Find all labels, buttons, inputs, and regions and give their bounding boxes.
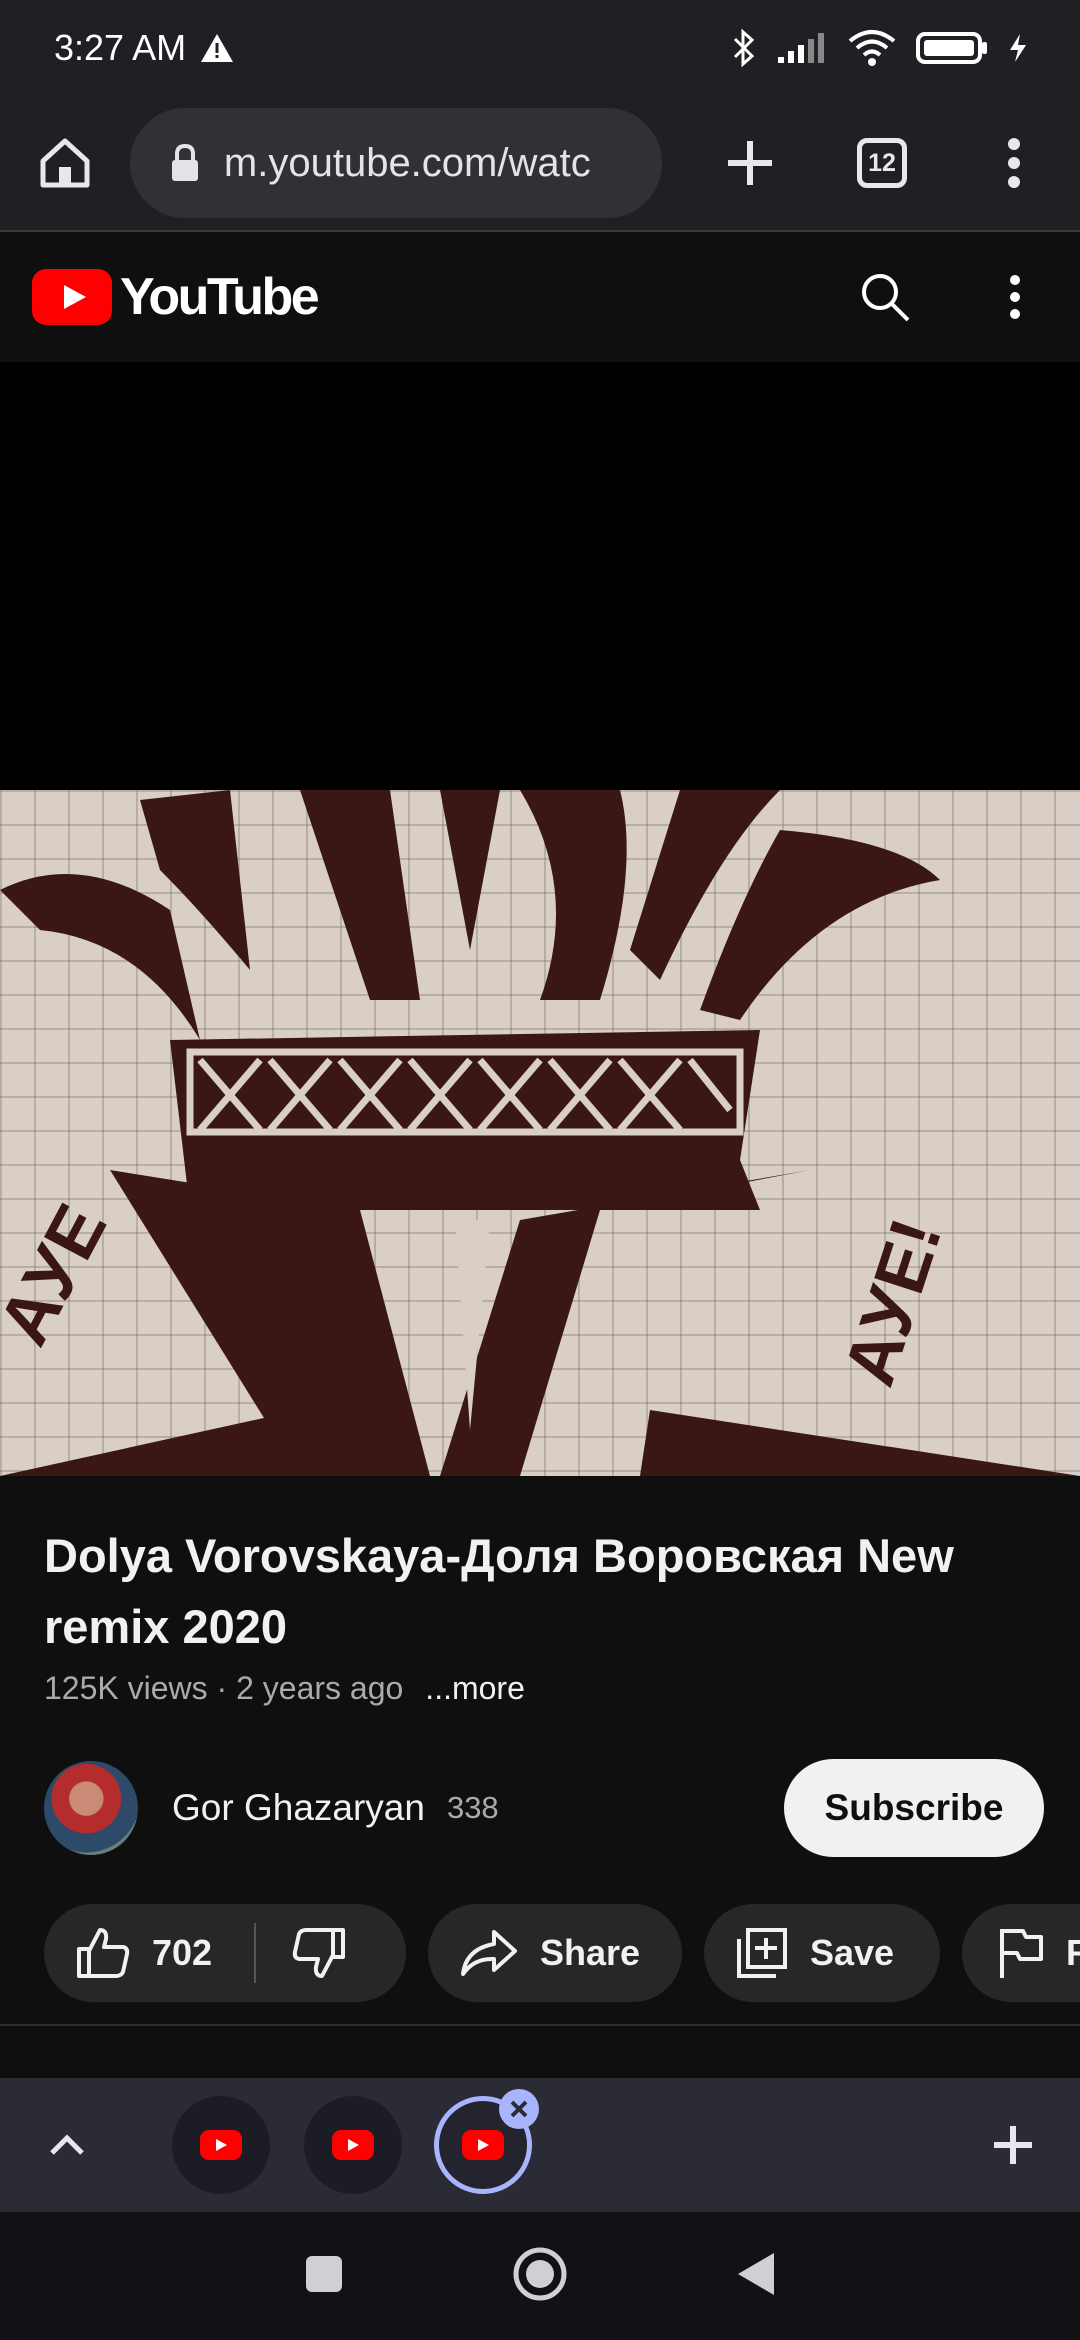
- youtube-more-button[interactable]: [950, 232, 1080, 362]
- recents-icon: [306, 2255, 342, 2292]
- dislike-icon[interactable]: [292, 1927, 346, 1979]
- status-time: 3:27 AM: [54, 27, 187, 68]
- channel-avatar[interactable]: [44, 1761, 138, 1855]
- menu-icon: [1008, 138, 1020, 188]
- back-button[interactable]: [736, 2251, 776, 2302]
- signal-icon: [778, 33, 824, 63]
- close-icon: [510, 2100, 528, 2118]
- thumbnail-text-right: AУЕ!: [829, 1210, 957, 1395]
- status-bar: 3:27 AM: [0, 0, 1080, 96]
- tab-3-active[interactable]: [434, 2089, 539, 2194]
- like-icon[interactable]: [76, 1927, 130, 1979]
- status-left: 3:27 AM: [54, 27, 234, 69]
- bluetooth-icon: [733, 28, 755, 68]
- more-link[interactable]: ...more: [425, 1670, 525, 1707]
- save-button[interactable]: Save: [704, 1904, 940, 2002]
- video-actions: 702 Share Save R: [44, 1904, 1080, 2002]
- thumbnail-text-left: AУЕ: [0, 1192, 122, 1357]
- more-icon: [1010, 275, 1020, 319]
- new-tab-button[interactable]: [684, 95, 816, 231]
- wifi-icon: [848, 30, 896, 66]
- close-tab-button[interactable]: [499, 2089, 539, 2129]
- charging-icon: [1010, 34, 1026, 62]
- save-label: Save: [810, 1932, 895, 1973]
- like-dislike-pill: 702: [44, 1904, 406, 2002]
- report-label: R: [1066, 1932, 1080, 1973]
- youtube-logo[interactable]: YouTube: [32, 267, 320, 327]
- share-icon: [461, 1930, 517, 1976]
- youtube-wordmark: YouTube: [120, 268, 320, 326]
- browser-actions: 12: [684, 95, 1080, 231]
- tab-1[interactable]: [172, 2096, 270, 2194]
- status-icons: [732, 28, 1028, 68]
- tab-strip-add-button[interactable]: [946, 2078, 1080, 2212]
- youtube-favicon-icon: [200, 2130, 242, 2160]
- plus-icon: [994, 2126, 1032, 2164]
- youtube-favicon-icon: [462, 2130, 504, 2160]
- home-nav-button[interactable]: [512, 2246, 568, 2307]
- chevron-up-icon: [50, 2134, 84, 2155]
- youtube-logo-icon: [32, 269, 112, 325]
- expand-tab-strip-button[interactable]: [0, 2078, 134, 2212]
- section-divider: [0, 2024, 1080, 2026]
- subscribe-button[interactable]: Subscribe: [784, 1759, 1044, 1857]
- browser-menu-button[interactable]: [948, 95, 1080, 231]
- tab-2[interactable]: [304, 2096, 402, 2194]
- tab-switcher-button[interactable]: 12: [816, 95, 948, 231]
- like-count[interactable]: 702: [152, 1932, 212, 1974]
- share-label: Share: [540, 1932, 641, 1973]
- report-button[interactable]: R: [962, 1904, 1080, 2002]
- tab-switcher-icon: 12: [857, 138, 907, 188]
- youtube-header: YouTube: [0, 232, 1080, 362]
- tab-count: 12: [868, 148, 896, 177]
- address-bar[interactable]: m.youtube.com/watc: [129, 108, 662, 218]
- share-button[interactable]: Share: [428, 1904, 682, 2002]
- home-icon: [40, 138, 90, 188]
- subscriber-count: 338: [446, 1790, 499, 1825]
- new-tab-icon: [728, 141, 772, 185]
- url-text: m.youtube.com/watc: [223, 140, 591, 185]
- youtube-favicon-icon: [332, 2130, 374, 2160]
- warning-icon: [201, 34, 234, 62]
- crown-drawing: AУЕ AУЕ!: [0, 790, 1080, 1476]
- save-to-playlist-icon: [737, 1928, 787, 1978]
- video-title[interactable]: Dolya Vorovskaya-Доля Воровская New remi…: [44, 1520, 1044, 1662]
- recents-button[interactable]: [304, 2254, 344, 2299]
- channel-name[interactable]: Gor Ghazaryan: [172, 1787, 425, 1829]
- tab-strip: [0, 2078, 1080, 2212]
- lock-icon: [171, 143, 198, 181]
- browser-toolbar: m.youtube.com/watc 12: [0, 96, 1080, 232]
- system-nav-bar: [0, 2212, 1080, 2340]
- home-button[interactable]: [0, 95, 130, 231]
- views-and-age: 125K views · 2 years ago: [44, 1670, 404, 1706]
- video-meta[interactable]: 125K views · 2 years ago ...more: [44, 1670, 525, 1707]
- back-icon: [738, 2252, 774, 2295]
- search-icon: [862, 274, 910, 322]
- flag-icon: [1000, 1929, 1043, 1978]
- video-thumbnail: AУЕ AУЕ!: [0, 790, 1080, 1476]
- battery-icon: [916, 32, 987, 64]
- youtube-header-actions: [820, 232, 1080, 362]
- channel-row: Gor Ghazaryan 338 Subscribe: [44, 1759, 1044, 1857]
- search-button[interactable]: [820, 232, 950, 362]
- video-player[interactable]: AУЕ AУЕ!: [0, 362, 1080, 1476]
- home-circle-icon: [513, 2247, 567, 2300]
- like-divider: [254, 1923, 257, 1983]
